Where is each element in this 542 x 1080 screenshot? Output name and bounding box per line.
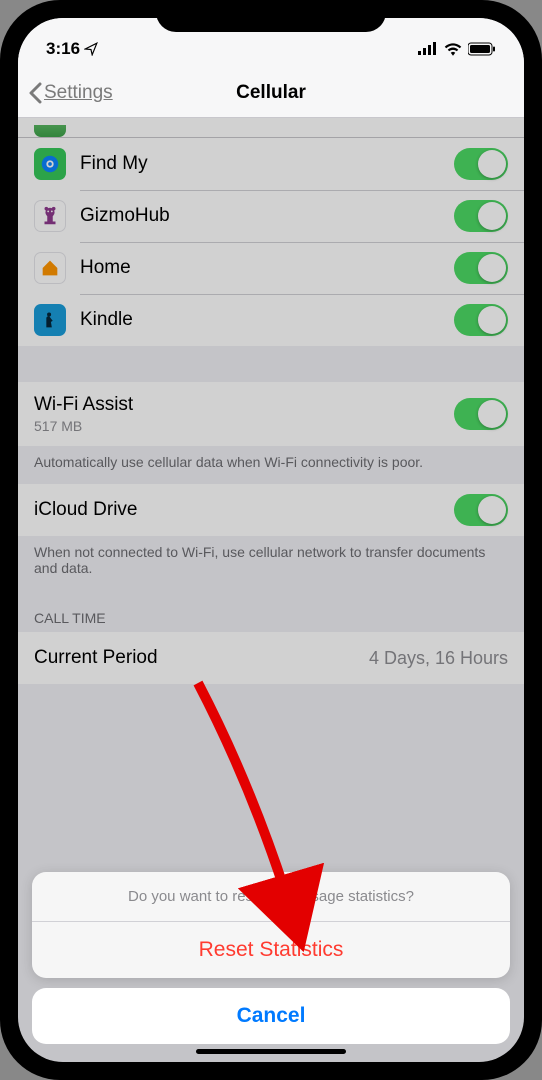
- wifi-icon: [444, 42, 462, 56]
- nav-bar: Settings Cellular: [18, 68, 524, 118]
- cellular-signal-icon: [418, 42, 438, 56]
- screen: 3:16: [18, 18, 524, 1062]
- chevron-left-icon: [28, 82, 42, 104]
- action-sheet-group: Do you want to reset your usage statisti…: [32, 872, 510, 978]
- cancel-button[interactable]: Cancel: [32, 988, 510, 1044]
- page-title: Cellular: [236, 82, 306, 104]
- status-time: 3:16: [46, 39, 80, 59]
- action-sheet-cancel-group: Cancel: [32, 988, 510, 1044]
- status-left: 3:16: [46, 39, 98, 59]
- action-sheet-message: Do you want to reset your usage statisti…: [32, 872, 510, 922]
- reset-statistics-button[interactable]: Reset Statistics: [32, 922, 510, 978]
- location-arrow-icon: [84, 42, 98, 56]
- content-scroll[interactable]: Find My GizmoHub Home: [18, 118, 524, 1062]
- back-button[interactable]: Settings: [28, 82, 113, 104]
- home-indicator[interactable]: [196, 1049, 346, 1054]
- notch: [156, 0, 386, 32]
- back-label: Settings: [44, 82, 113, 104]
- status-right: [418, 42, 496, 56]
- battery-icon: [468, 42, 496, 56]
- action-sheet: Do you want to reset your usage statisti…: [32, 872, 510, 1044]
- phone-frame: 3:16: [0, 0, 542, 1080]
